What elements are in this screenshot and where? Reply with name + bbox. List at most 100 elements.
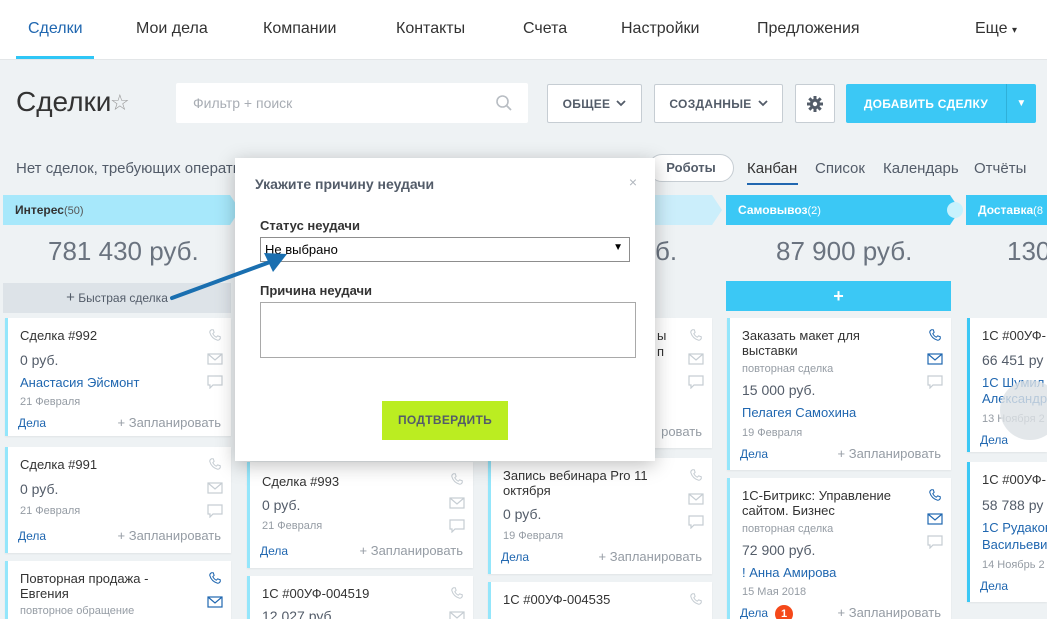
card-plan-link[interactable]: + Запланировать	[118, 415, 221, 430]
nav-tab-offers[interactable]: Предложения	[757, 20, 860, 38]
card-contact[interactable]: Пелагея Самохина	[742, 405, 856, 420]
phone-icon[interactable]	[207, 457, 223, 471]
card-title[interactable]: ы	[657, 328, 666, 343]
mail-icon[interactable]	[207, 352, 223, 366]
nav-more[interactable]: Еще ▾	[975, 20, 1017, 38]
mail-icon[interactable]	[688, 352, 704, 366]
nav-tab-invoices[interactable]: Счета	[523, 20, 567, 38]
card-title[interactable]: 1С #00УФ-004535	[503, 592, 683, 607]
search-icon[interactable]	[495, 94, 513, 112]
card-title[interactable]: 1С #00УФ-	[982, 328, 1047, 343]
card-deals-link[interactable]: Дела	[980, 433, 1008, 447]
phone-icon[interactable]	[688, 592, 704, 606]
add-card-button[interactable]: +	[726, 281, 951, 311]
deal-card[interactable]: 1С-Битрикс: Управление сайтом. Бизнес по…	[727, 478, 951, 619]
deal-card[interactable]: Сделка #993 0 руб. 21 Февраля Дела + Зап…	[247, 462, 473, 568]
card-plan-link[interactable]: + Запланировать	[599, 549, 702, 564]
view-tab-reports[interactable]: Отчёты	[974, 160, 1026, 177]
nav-tab-contacts[interactable]: Контакты	[396, 20, 465, 38]
mail-icon[interactable]	[207, 595, 223, 609]
mail-icon[interactable]	[688, 492, 704, 506]
card-title[interactable]: Сделка #993	[262, 474, 442, 489]
general-filter-button[interactable]: ОБЩЕЕ	[547, 84, 642, 123]
phone-icon[interactable]	[449, 586, 465, 600]
card-contact[interactable]: ! Анна Амирова	[742, 565, 836, 580]
card-deals-link[interactable]: Дела	[18, 416, 46, 430]
card-deals-link[interactable]: Дела	[501, 550, 529, 564]
failure-reason-textarea[interactable]	[260, 302, 636, 358]
card-plan-link[interactable]: ровать	[661, 424, 702, 439]
nav-tab-companies[interactable]: Компании	[263, 20, 337, 38]
phone-icon[interactable]	[927, 328, 943, 342]
card-contact[interactable]: Анастасия Эйсмонт	[20, 375, 139, 390]
settings-button[interactable]	[795, 84, 835, 123]
phone-icon[interactable]	[207, 571, 223, 585]
chat-icon[interactable]	[927, 535, 943, 549]
view-tab-list[interactable]: Список	[815, 160, 865, 177]
column-header-interest[interactable]: Интерес(50)	[3, 195, 84, 225]
card-deals-link[interactable]: Дела	[740, 606, 768, 619]
view-tab-calendar[interactable]: Календарь	[883, 160, 959, 177]
column-nav-circle[interactable]	[947, 202, 963, 218]
search-input[interactable]	[177, 84, 477, 122]
column-header-pickup[interactable]: Самовывоз(2)	[726, 195, 821, 225]
nav-tab-my-tasks[interactable]: Мои дела	[136, 20, 208, 38]
deal-card[interactable]: Сделка #992 0 руб. Анастасия Эйсмонт 21 …	[5, 318, 231, 436]
phone-icon[interactable]	[688, 328, 704, 342]
nav-tab-deals[interactable]: Сделки	[28, 20, 83, 38]
deal-card[interactable]: Сделка #991 0 руб. 21 Февраля Дела + Зап…	[5, 447, 231, 553]
phone-icon[interactable]	[688, 468, 704, 482]
phone-icon[interactable]	[449, 472, 465, 486]
robots-button[interactable]: Роботы	[648, 154, 734, 182]
card-deals-link[interactable]: Дела	[260, 544, 288, 558]
card-title[interactable]: 1С-Битрикс: Управление сайтом. Бизнес	[742, 488, 917, 518]
nav-tab-settings[interactable]: Настройки	[621, 20, 699, 38]
deal-card[interactable]: 1С #00УФ- 58 788 ру 1С Рудаков Васильеви…	[967, 462, 1047, 602]
failure-status-select[interactable]: Не выбрано ▼	[260, 237, 630, 262]
chat-icon[interactable]	[688, 375, 704, 389]
phone-icon[interactable]	[207, 328, 223, 342]
card-plan-link[interactable]: + Запланировать	[838, 446, 941, 461]
mail-icon[interactable]	[927, 352, 943, 366]
column-header-delivery[interactable]: Доставка(8	[966, 195, 1043, 225]
mail-icon[interactable]	[207, 481, 223, 495]
deal-card[interactable]: 1С #00УФ-004535	[488, 582, 712, 619]
card-deals-link[interactable]: Дела	[18, 529, 46, 543]
quick-deal-button[interactable]: + Быстрая сделка	[3, 283, 231, 313]
created-filter-button[interactable]: СОЗДАННЫЕ	[654, 84, 783, 123]
deal-card[interactable]: Запись вебинара Pro 11 октября 0 руб. 19…	[488, 458, 712, 574]
card-title[interactable]: Заказать макет для выставки	[742, 328, 882, 358]
mail-icon[interactable]	[449, 610, 465, 619]
card-title[interactable]: Сделка #991	[20, 457, 200, 472]
mail-icon[interactable]	[927, 512, 943, 526]
add-deal-button[interactable]: ДОБАВИТЬ СДЕЛКУ ▼	[846, 84, 1036, 123]
chat-icon[interactable]	[449, 519, 465, 533]
card-plan-link[interactable]: + Запланировать	[838, 605, 941, 619]
card-contact-line2[interactable]: Васильеви	[982, 537, 1047, 552]
card-title[interactable]: Запись вебинара Pro 11 октября	[503, 468, 683, 498]
chevron-down-icon[interactable]: ▼	[1007, 98, 1036, 109]
phone-icon[interactable]	[927, 488, 943, 502]
deal-card[interactable]: Повторная продажа - Евгения повторное об…	[5, 561, 231, 619]
card-title[interactable]: 1С #00УФ-004519	[262, 586, 442, 601]
column-count: (2)	[807, 205, 821, 217]
view-tab-kanban[interactable]: Канбан	[747, 160, 797, 177]
card-title[interactable]: Сделка #992	[20, 328, 200, 343]
star-icon[interactable]: ☆	[110, 90, 130, 116]
card-plan-link[interactable]: + Запланировать	[360, 543, 463, 558]
chat-icon[interactable]	[927, 375, 943, 389]
close-icon[interactable]: ×	[629, 174, 637, 190]
confirm-button[interactable]: ПОДТВЕРДИТЬ	[382, 401, 508, 440]
deal-card[interactable]: 1С #00УФ-004519 12 027 руб.	[247, 576, 473, 619]
card-deals-link[interactable]: Дела	[980, 579, 1008, 593]
card-title[interactable]: Повторная продажа - Евгения	[20, 571, 200, 601]
chat-icon[interactable]	[688, 515, 704, 529]
card-plan-link[interactable]: + Запланировать	[118, 528, 221, 543]
mail-icon[interactable]	[449, 496, 465, 510]
card-title[interactable]: 1С #00УФ-	[982, 472, 1047, 487]
deal-card[interactable]: Заказать макет для выставки повторная сд…	[727, 318, 951, 470]
chat-icon[interactable]	[207, 375, 223, 389]
card-deals-link[interactable]: Дела	[740, 447, 768, 461]
card-contact[interactable]: 1С Рудаков	[982, 520, 1047, 535]
chat-icon[interactable]	[207, 504, 223, 518]
